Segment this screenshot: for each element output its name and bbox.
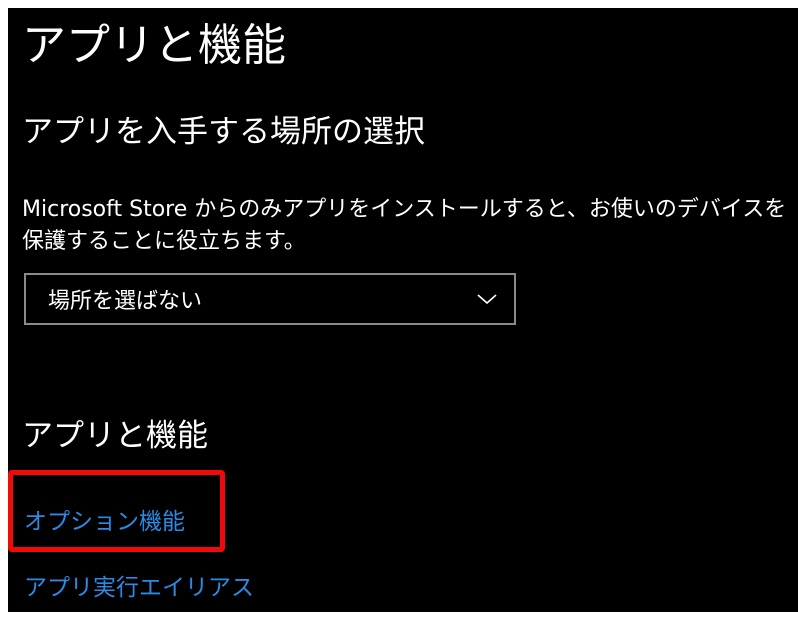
- install-source-heading: アプリを入手する場所の選択: [22, 114, 425, 150]
- optional-features-link[interactable]: オプション機能: [24, 502, 185, 536]
- install-source-description: Microsoft Store からのみアプリをインストールすると、お使いのデバ…: [22, 197, 787, 254]
- dropdown-selected-value: 場所を選ばない: [48, 289, 203, 314]
- app-execution-alias-link[interactable]: アプリ実行エイリアス: [24, 568, 254, 602]
- page-title: アプリと機能: [22, 20, 286, 71]
- apps-features-heading: アプリと機能: [22, 418, 208, 454]
- chevron-down-icon: [476, 292, 498, 306]
- install-source-dropdown[interactable]: 場所を選ばない: [24, 273, 516, 325]
- settings-panel: アプリと機能 アプリを入手する場所の選択 Microsoft Store からの…: [8, 8, 798, 612]
